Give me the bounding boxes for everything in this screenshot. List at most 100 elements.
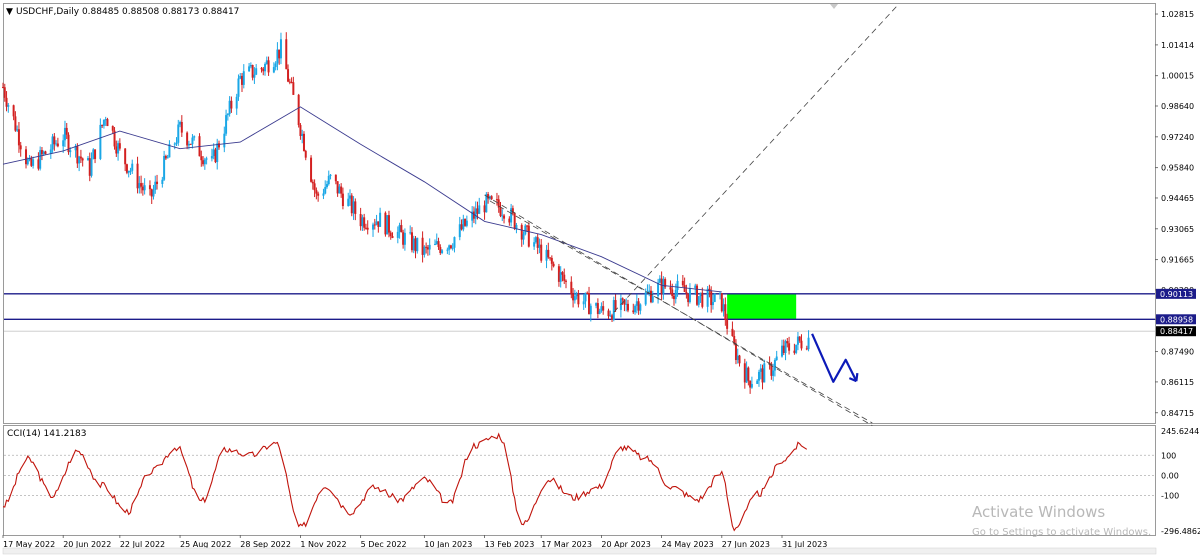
level-price-label: 0.88958 <box>1160 315 1193 324</box>
candle-body <box>722 304 725 312</box>
candle-body <box>180 121 183 133</box>
candle-body <box>189 143 192 145</box>
candle-body <box>545 249 548 261</box>
candle-body <box>660 278 663 294</box>
price-tick-label: 0.98640 <box>1161 102 1194 111</box>
candle-body <box>239 75 242 79</box>
candle-body <box>127 170 130 173</box>
candle-body <box>301 133 304 136</box>
scroll-marker-icon[interactable] <box>830 4 838 9</box>
candle-body <box>212 149 215 157</box>
candle-body <box>451 247 454 249</box>
candle-body <box>513 213 516 229</box>
candle-body <box>788 343 791 351</box>
horizontal-scrollbar[interactable] <box>2 547 1157 555</box>
candle-body <box>446 249 449 251</box>
time-tick-label: 31 Jul 2023 <box>782 540 827 549</box>
candle-body <box>40 150 43 155</box>
candle-body <box>279 39 282 59</box>
candle-body <box>561 272 564 275</box>
candle-body <box>361 217 364 227</box>
candle-body <box>56 143 59 147</box>
candle-body <box>611 315 614 320</box>
candle-body <box>639 304 642 311</box>
candle-body <box>156 181 159 184</box>
candle-body <box>575 293 578 297</box>
candle-body <box>409 232 412 234</box>
projection-layer <box>811 333 859 383</box>
symbol-menu-icon[interactable]: ▼ <box>6 7 13 17</box>
candle-body <box>596 303 599 314</box>
candle-body <box>173 143 176 145</box>
candle-body <box>750 383 753 388</box>
candle-body <box>230 100 233 109</box>
candle-body <box>191 137 194 145</box>
candle-body <box>53 136 56 145</box>
cci-tick-label: -100 <box>1161 491 1179 500</box>
candle-body <box>526 225 529 227</box>
dashed-trendline <box>489 200 873 424</box>
candle-body <box>354 201 357 215</box>
candle-body <box>584 292 587 302</box>
price-tick-label: 1.00015 <box>1161 72 1194 81</box>
candle-body <box>131 163 134 171</box>
candle-body <box>287 69 290 82</box>
candle-body <box>632 310 635 313</box>
candle-body <box>465 220 468 226</box>
candle-body <box>315 190 318 194</box>
candle-body <box>423 246 426 255</box>
watermark-subtitle: Go to Settings to activate Windows. <box>972 527 1151 538</box>
candle-body <box>310 157 313 182</box>
candle-body <box>784 341 787 353</box>
candle-body <box>152 189 155 197</box>
candle-body <box>763 363 766 383</box>
candle-body <box>76 145 79 164</box>
candle-body <box>600 306 603 311</box>
time-tick-label: 5 Dec 2022 <box>361 540 407 549</box>
candle-body <box>386 215 389 235</box>
candle-body <box>688 288 691 303</box>
candle-body <box>696 285 699 305</box>
candle-body <box>19 145 22 150</box>
price-tick-label: 0.86115 <box>1161 378 1194 387</box>
time-tick-label: 10 Jan 2023 <box>424 540 472 549</box>
candle-body <box>62 140 65 147</box>
candles-layer <box>2 32 810 394</box>
price-levels-layer <box>4 293 1155 332</box>
candle-body <box>657 282 660 297</box>
price-tick-label: 0.93065 <box>1161 225 1194 234</box>
cci-axis: 245.6244 100 0.00 -100 -296.4862 <box>1161 427 1200 536</box>
time-tick-label: 24 May 2023 <box>662 540 714 549</box>
candle-body <box>163 155 166 180</box>
candle-body <box>648 290 651 292</box>
cci-line <box>2 432 808 532</box>
candle-body <box>12 105 15 117</box>
time-tick-label: 17 May 2022 <box>3 540 55 549</box>
candle-body <box>313 183 316 191</box>
candle-body <box>694 285 697 289</box>
candle-body <box>460 224 463 230</box>
candle-body <box>731 328 734 337</box>
candle-body <box>508 218 511 223</box>
candle-body <box>166 157 169 159</box>
candle-body <box>106 119 109 127</box>
candle-body <box>391 236 394 238</box>
candle-body <box>375 221 378 225</box>
candle-body <box>598 310 601 314</box>
candle-body <box>499 207 502 216</box>
candle-body <box>349 195 352 199</box>
time-tick-label: 17 Mar 2023 <box>541 540 592 549</box>
cci-header: CCI(14) 141.2183 <box>7 429 87 439</box>
candle-body <box>340 186 343 194</box>
price-tick-label: 0.87490 <box>1161 348 1194 357</box>
candle-body <box>775 356 778 361</box>
candle-body <box>644 292 647 305</box>
candle-body <box>25 149 28 165</box>
candle-body <box>625 303 628 305</box>
cci-tick-label: 100 <box>1161 451 1176 460</box>
candle-body <box>193 136 196 138</box>
candle-body <box>297 94 300 126</box>
candle-body <box>278 49 281 59</box>
candle-body <box>99 124 102 159</box>
candle-body <box>462 218 465 230</box>
